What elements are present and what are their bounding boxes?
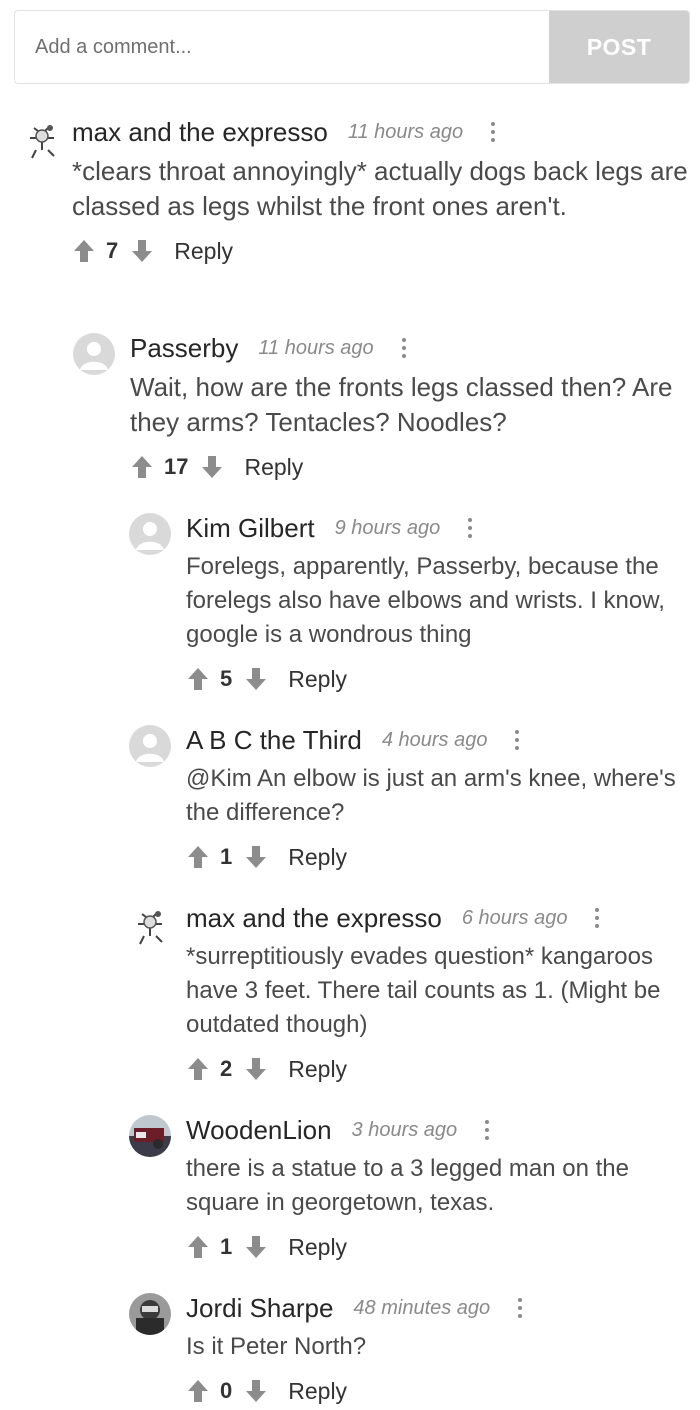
comment-timestamp: 11 hours ago (258, 336, 374, 359)
more-options-icon[interactable] (587, 903, 607, 933)
more-options-icon[interactable] (510, 1293, 530, 1323)
comment-author[interactable]: WoodenLion (186, 1115, 332, 1146)
reply-button[interactable]: Reply (288, 1234, 347, 1261)
more-options-icon[interactable] (460, 513, 480, 543)
reply-button[interactable]: Reply (174, 238, 233, 265)
vote-count: 17 (164, 454, 189, 479)
upvote-icon[interactable] (186, 1234, 210, 1260)
comment-timestamp: 6 hours ago (461, 906, 568, 929)
comment-timestamp: 48 minutes ago (353, 1296, 491, 1319)
comment-author[interactable]: A B C the Third (186, 725, 362, 756)
upvote-icon[interactable] (72, 238, 96, 264)
reply-button[interactable]: Reply (244, 454, 303, 481)
comment-timestamp: 11 hours ago (347, 120, 464, 143)
downvote-icon[interactable] (244, 844, 268, 870)
photo-avatar[interactable] (128, 1114, 172, 1158)
default-user-avatar[interactable] (72, 332, 116, 376)
vote-count: 1 (220, 1234, 233, 1259)
comment-text: there is a statue to a 3 legged man on t… (186, 1155, 629, 1216)
comment: max and the expresso 11 hours ago *clear… (20, 116, 690, 306)
vote-count: 0 (220, 1378, 233, 1403)
downvote-icon[interactable] (244, 1056, 268, 1082)
comment: max and the expresso 6 hours ago *surrep… (128, 902, 690, 1092)
default-user-avatar[interactable] (128, 512, 172, 556)
comment-form: POST (14, 10, 690, 84)
comment: A B C the Third 4 hours ago @Kim An elbo… (128, 724, 690, 874)
post-button[interactable]: POST (549, 11, 689, 83)
more-options-icon[interactable] (477, 1115, 497, 1145)
upvote-icon[interactable] (186, 844, 210, 870)
downvote-icon[interactable] (200, 454, 224, 480)
comment-timestamp: 4 hours ago (381, 728, 488, 751)
comment-text: *clears throat annoyingly* actually dogs… (72, 156, 688, 221)
photo-avatar[interactable] (128, 1292, 172, 1336)
more-options-icon[interactable] (394, 333, 414, 363)
comment-text: @Kim An elbow is just an arm's knee, whe… (186, 765, 676, 826)
comment-text: *surreptitiously evades question* kangar… (186, 943, 661, 1038)
comment: Jordi Sharpe 48 minutes ago Is it Peter … (128, 1292, 690, 1407)
comment-author[interactable]: max and the expresso (72, 117, 328, 148)
downvote-icon[interactable] (244, 1234, 268, 1260)
reply-button[interactable]: Reply (288, 844, 347, 871)
comment-author[interactable]: max and the expresso (186, 903, 442, 934)
comment: Kim Gilbert 9 hours ago Forelegs, appare… (128, 512, 690, 692)
comment-author[interactable]: Kim Gilbert (186, 513, 315, 544)
upvote-icon[interactable] (186, 1378, 210, 1404)
comment-text: Forelegs, apparently, Passerby, because … (186, 553, 665, 648)
default-user-avatar[interactable] (128, 724, 172, 768)
more-options-icon[interactable] (483, 117, 503, 147)
reply-button[interactable]: Reply (288, 1056, 347, 1083)
upvote-icon[interactable] (186, 666, 210, 692)
reply-button[interactable]: Reply (288, 1378, 347, 1405)
more-options-icon[interactable] (507, 725, 527, 755)
vote-count: 1 (220, 844, 233, 869)
comment-author[interactable]: Passerby (130, 333, 238, 364)
downvote-icon[interactable] (244, 666, 268, 692)
vote-count: 5 (220, 666, 233, 691)
comment: WoodenLion 3 hours ago there is a statue… (128, 1114, 690, 1264)
upvote-icon[interactable] (186, 1056, 210, 1082)
vote-count: 7 (106, 238, 119, 263)
upvote-icon[interactable] (130, 454, 154, 480)
comment-timestamp: 9 hours ago (334, 516, 441, 539)
reply-button[interactable]: Reply (288, 666, 347, 693)
comment-author[interactable]: Jordi Sharpe (186, 1293, 333, 1324)
comment-timestamp: 3 hours ago (351, 1118, 458, 1141)
comment-text: Wait, how are the fronts legs classed th… (130, 372, 673, 437)
comment-text: Is it Peter North? (186, 1333, 367, 1360)
comment-input[interactable] (15, 11, 549, 83)
cow-bird-avatar[interactable] (128, 902, 172, 946)
downvote-icon[interactable] (244, 1378, 268, 1404)
comment: Passerby 11 hours ago Wait, how are the … (72, 332, 690, 482)
downvote-icon[interactable] (130, 238, 154, 264)
cow-bird-avatar[interactable] (20, 116, 64, 160)
vote-count: 2 (220, 1056, 233, 1081)
